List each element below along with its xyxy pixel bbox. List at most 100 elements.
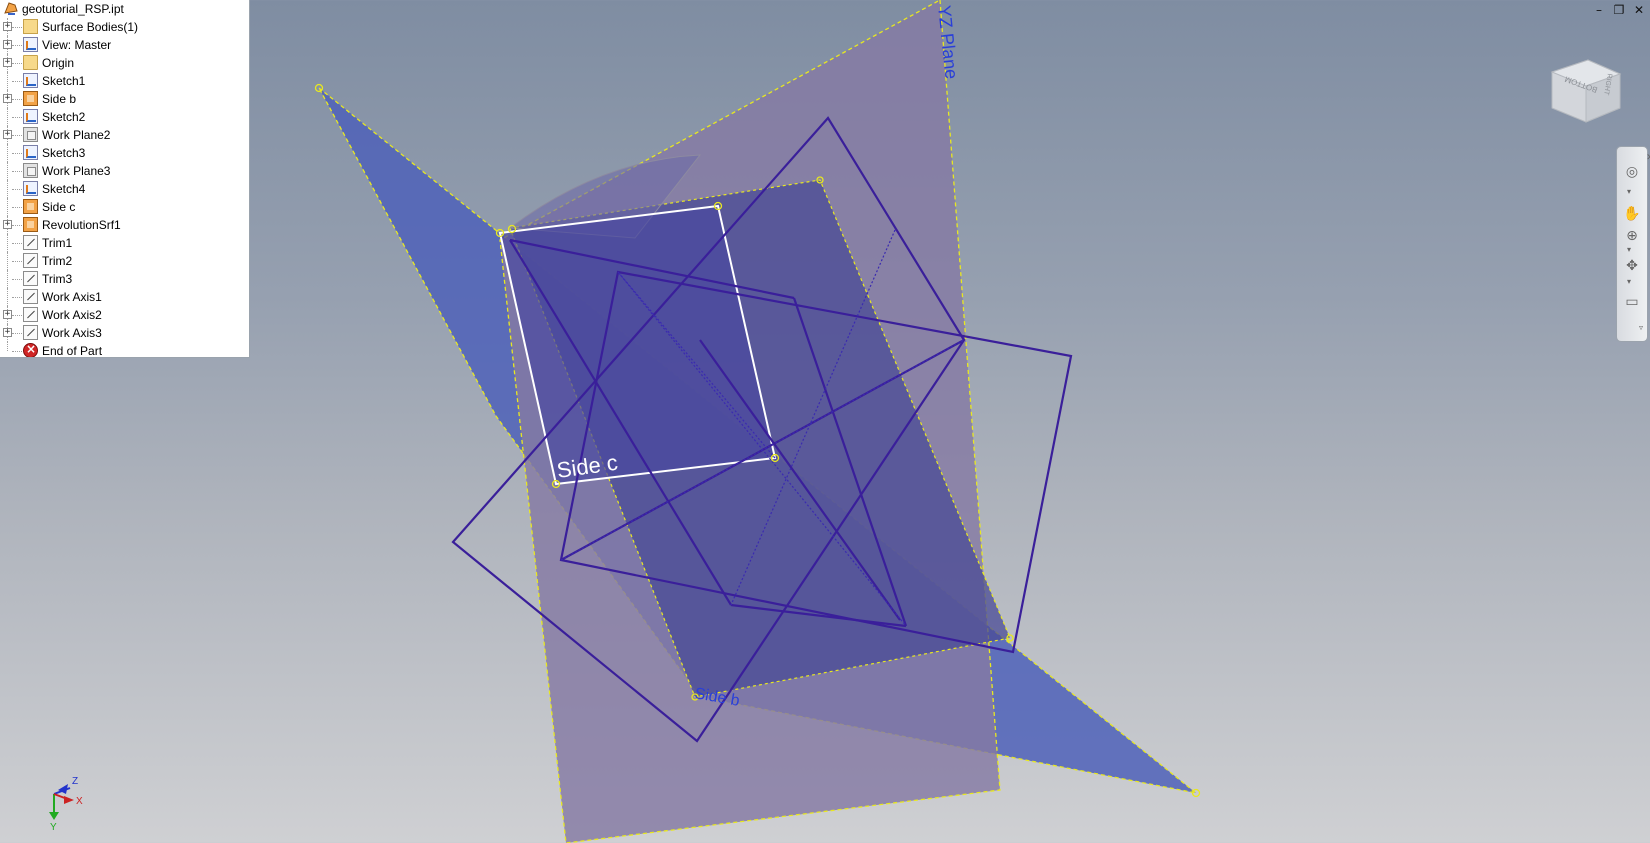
sketch-icon <box>23 73 38 88</box>
browser-root-row[interactable]: geotutorial_RSP.ipt <box>0 0 249 18</box>
window-controls: – ❐ ✕ <box>1592 4 1646 18</box>
trim-icon <box>23 235 38 250</box>
close-nav-bar-icon[interactable]: ✕ <box>1641 149 1650 167</box>
browser-item-sketch3[interactable]: Sketch3 <box>0 144 249 162</box>
expand-icon[interactable]: + <box>3 220 12 229</box>
tree-connector <box>12 261 22 262</box>
browser-item-work-plane3[interactable]: Work Plane3 <box>0 162 249 180</box>
browser-item-label: Surface Bodies(1) <box>42 20 139 34</box>
end-of-part-icon <box>23 342 38 357</box>
browser-item-side-c[interactable]: Side c <box>0 198 249 216</box>
expand-icon[interactable]: + <box>3 94 12 103</box>
tree-connector <box>7 180 9 198</box>
browser-item-label: Sketch3 <box>42 146 86 160</box>
browser-item-label: Origin <box>42 56 75 70</box>
browser-item-label: Sketch4 <box>42 182 86 196</box>
browser-item-label: Trim1 <box>42 236 73 250</box>
work-plane-icon <box>23 163 38 178</box>
minimize-button[interactable]: – <box>1592 4 1606 18</box>
sketch-icon <box>23 109 38 124</box>
restore-button[interactable]: ❐ <box>1612 4 1626 18</box>
steering-wheel-icon[interactable]: ◎ <box>1623 163 1641 181</box>
expand-icon[interactable]: + <box>3 130 12 139</box>
tree-connector <box>12 117 22 118</box>
x-axis-arrow-icon <box>64 796 74 804</box>
browser-item-work-axis3[interactable]: + Work Axis3 <box>0 324 249 342</box>
viewcube[interactable]: BOTTOM RIGHT <box>1546 52 1626 132</box>
close-button[interactable]: ✕ <box>1632 4 1646 18</box>
tree-connector <box>12 27 22 28</box>
tree-connector <box>12 243 22 244</box>
tree-connector <box>12 189 22 190</box>
z-axis-label: Z <box>72 776 78 787</box>
browser-item-trim3[interactable]: Trim3 <box>0 270 249 288</box>
coordinate-triad: Z X Y <box>49 776 83 830</box>
tree-connector <box>12 45 22 46</box>
boundary-patch-icon <box>23 91 38 106</box>
browser-item-surface-bodies-1[interactable]: + Surface Bodies(1) <box>0 18 249 36</box>
browser-item-trim1[interactable]: Trim1 <box>0 234 249 252</box>
tree-connector <box>7 270 9 288</box>
y-axis-label: Y <box>50 822 57 830</box>
browser-item-label: Work Axis1 <box>42 290 102 304</box>
chevron-down-icon[interactable]: ▾ <box>1627 245 1631 254</box>
tree-connector <box>12 99 22 100</box>
browser-item-label: End of Part <box>42 344 103 358</box>
browser-item-work-plane2[interactable]: + Work Plane2 <box>0 126 249 144</box>
tree-connector <box>12 297 22 298</box>
chevron-down-icon[interactable]: ▾ <box>1627 187 1631 196</box>
browser-item-revolutionsrf1[interactable]: + RevolutionSrf1 <box>0 216 249 234</box>
browser-item-label: View: Master <box>42 38 112 52</box>
browser-item-sketch1[interactable]: Sketch1 <box>0 72 249 90</box>
look-at-icon[interactable]: ▭ <box>1623 293 1641 311</box>
customize-icon[interactable]: ▿ <box>1639 323 1643 332</box>
work-axis-icon <box>23 289 38 304</box>
work-axis-icon <box>23 307 38 322</box>
browser-item-label: Side c <box>42 200 76 214</box>
browser-item-origin[interactable]: + Origin <box>0 54 249 72</box>
tree-connector <box>12 351 22 352</box>
expand-icon[interactable]: + <box>3 58 12 67</box>
sketch-icon <box>23 145 38 160</box>
browser-item-view-master[interactable]: + View: Master <box>0 36 249 54</box>
browser-item-label: Sketch2 <box>42 110 86 124</box>
navigation-bar[interactable]: ✕ ◎ ▾ ✋ ⊕ ▾ ✥ ▾ ▭ ▿ <box>1616 146 1650 342</box>
browser-item-label: Trim2 <box>42 254 73 268</box>
tree-connector <box>7 72 9 90</box>
browser-item-side-b[interactable]: + Side b <box>0 90 249 108</box>
browser-item-sketch4[interactable]: Sketch4 <box>0 180 249 198</box>
browser-item-label: Side b <box>42 92 77 106</box>
tree-connector <box>12 315 22 316</box>
browser-item-work-axis1[interactable]: Work Axis1 <box>0 288 249 306</box>
boundary-patch-icon <box>23 199 38 214</box>
y-axis-arrow-icon <box>49 812 59 820</box>
tree-connector <box>12 81 22 82</box>
expand-icon[interactable]: + <box>3 328 12 337</box>
browser-item-work-axis2[interactable]: + Work Axis2 <box>0 306 249 324</box>
browser-item-trim2[interactable]: Trim2 <box>0 252 249 270</box>
browser-item-label: Work Plane2 <box>42 128 111 142</box>
folder-icon <box>23 55 38 70</box>
browser-item-label: Work Axis3 <box>42 326 102 340</box>
work-plane-icon <box>23 127 38 142</box>
tree-connector <box>7 144 9 162</box>
browser-item-sketch2[interactable]: Sketch2 <box>0 108 249 126</box>
tree-connector <box>12 171 22 172</box>
expand-icon[interactable]: + <box>3 22 12 31</box>
expand-icon[interactable]: + <box>3 310 12 319</box>
tree-connector <box>12 63 22 64</box>
tree-connector <box>12 153 22 154</box>
browser-item-end-of-part[interactable]: End of Part <box>0 342 249 358</box>
sketch-icon <box>23 181 38 196</box>
pan-icon[interactable]: ✋ <box>1623 205 1641 223</box>
orbit-icon[interactable]: ✥ <box>1623 257 1641 275</box>
model-browser[interactable]: geotutorial_RSP.ipt + Surface Bodies(1) + V… <box>0 0 250 358</box>
expand-icon[interactable]: + <box>3 40 12 49</box>
tree-connector <box>7 342 9 351</box>
view-icon <box>23 37 38 52</box>
tree-connector <box>7 162 9 180</box>
chevron-down-icon[interactable]: ▾ <box>1627 277 1631 286</box>
browser-item-label: Work Plane3 <box>42 164 111 178</box>
zoom-icon[interactable]: ⊕ <box>1623 227 1641 245</box>
tree-connector <box>7 252 9 270</box>
